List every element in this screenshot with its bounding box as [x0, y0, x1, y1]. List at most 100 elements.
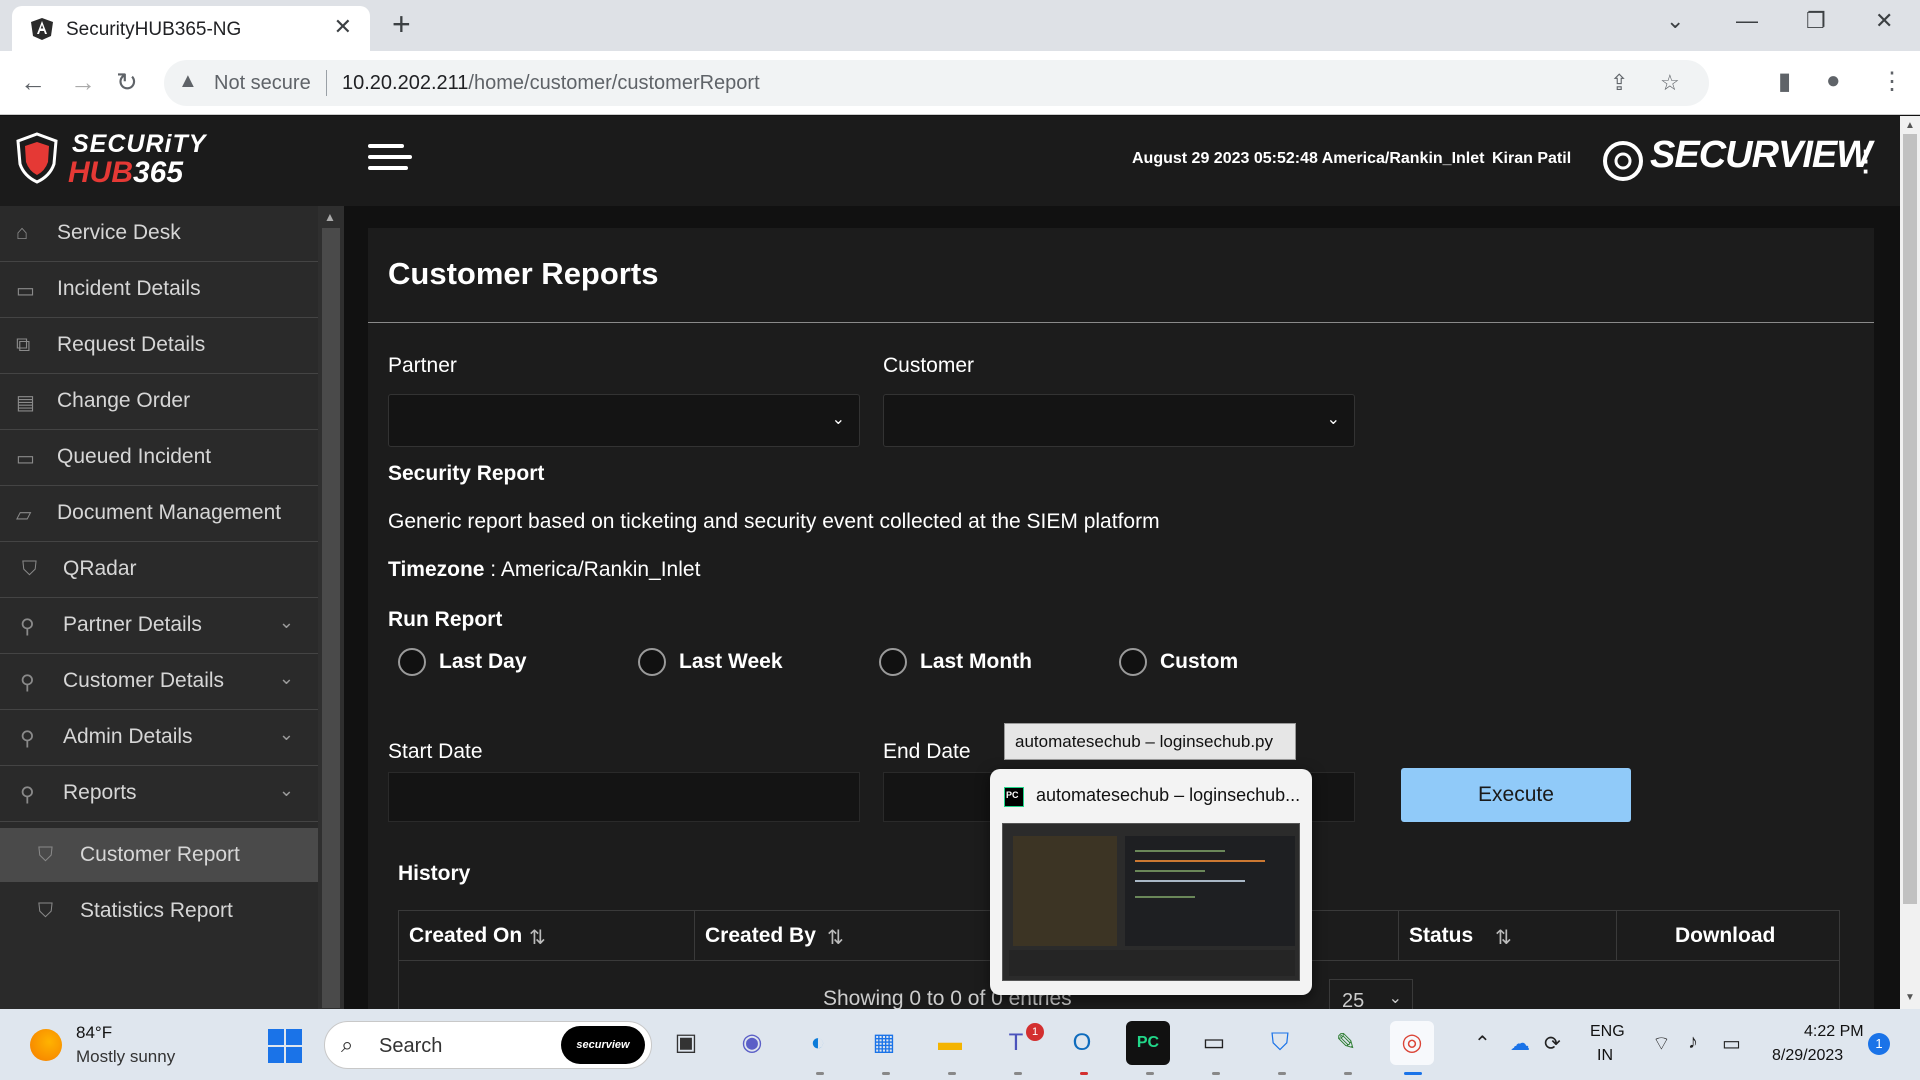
sidebar-item-queued-incident[interactable]: ▭ Queued Incident — [0, 430, 318, 486]
tab-search-icon[interactable]: ⌄ — [1666, 8, 1684, 34]
windows-start-icon[interactable] — [268, 1029, 302, 1063]
sidebar-item-qradar[interactable]: ⛉ QRadar — [0, 542, 318, 598]
sidebar-item-reports[interactable]: ⚲ Reports ⌄ — [0, 766, 318, 822]
chrome-icon[interactable]: ◎ — [1390, 1021, 1434, 1065]
shield-icon: ⛉ — [22, 558, 37, 580]
onedrive-icon[interactable]: ☁ — [1510, 1031, 1530, 1056]
store-icon[interactable]: ▦ — [862, 1021, 906, 1065]
scroll-down-icon[interactable]: ▼ — [1905, 992, 1915, 1003]
column-header-created-on[interactable]: Created On ⇅ — [399, 911, 695, 961]
sidebar-item-statistics-report[interactable]: ⛉ Statistics Report — [0, 884, 318, 938]
weather-sun-icon[interactable] — [30, 1029, 62, 1061]
url-text[interactable]: 10.20.202.211/home/customer/customerRepo… — [342, 72, 760, 95]
sort-icon[interactable]: ⇅ — [827, 925, 844, 950]
customer-select[interactable]: ⌄ — [883, 394, 1355, 447]
preview-terminal-pane — [1009, 950, 1295, 976]
sidebar-item-service-desk[interactable]: ⌂ Service Desk — [0, 206, 318, 262]
defender-icon[interactable]: ⛉ — [1258, 1021, 1302, 1065]
notification-badge[interactable]: 1 — [1868, 1033, 1890, 1055]
execute-button[interactable]: Execute — [1401, 768, 1631, 822]
column-header-status[interactable]: Status ⇅ — [1399, 911, 1617, 961]
omnibox[interactable]: ▲ Not secure 10.20.202.211/home/customer… — [164, 60, 1709, 106]
file-explorer-icon[interactable]: ▬ — [928, 1021, 972, 1065]
radio-custom[interactable] — [1119, 648, 1147, 676]
partner-select[interactable]: ⌄ — [388, 394, 860, 447]
language-indicator[interactable]: ENG — [1590, 1023, 1625, 1041]
volume-icon[interactable]: ♪ — [1688, 1031, 1698, 1054]
start-date-input[interactable] — [388, 772, 860, 822]
close-window-icon[interactable]: ✕ — [1875, 8, 1893, 34]
sort-icon[interactable]: ⇅ — [529, 925, 546, 950]
terminal-icon[interactable]: ▭ — [1192, 1021, 1236, 1065]
show-hidden-icons[interactable]: ⌃ — [1474, 1031, 1491, 1056]
sidebar-item-partner-details[interactable]: ⚲ Partner Details ⌄ — [0, 598, 318, 654]
sidebar-item-admin-details[interactable]: ⚲ Admin Details ⌄ — [0, 710, 318, 766]
copy-icon: ⧉ — [16, 334, 31, 356]
preview-editor-pane — [1125, 836, 1295, 946]
sidebar-item-label: Reports — [63, 781, 137, 804]
header-more-icon[interactable]: · · · — [1862, 138, 1871, 184]
weather-temperature[interactable]: 84°F — [76, 1023, 112, 1043]
taskbar-time[interactable]: 4:22 PM — [1804, 1023, 1864, 1041]
side-panel-icon[interactable]: ▮ — [1778, 67, 1791, 96]
browser-tab[interactable]: SecurityHUB365-NG ✕ — [12, 6, 370, 51]
radio-last-day[interactable] — [398, 648, 426, 676]
language-region[interactable]: IN — [1597, 1047, 1613, 1065]
chrome-menu-icon[interactable]: ⋮ — [1880, 67, 1904, 96]
radio-last-month[interactable] — [879, 648, 907, 676]
sidebar-scrollbar[interactable]: ▲ — [318, 206, 344, 1009]
share-icon[interactable]: ⇪ — [1610, 70, 1628, 96]
header-user[interactable]: Kiran Patil — [1492, 150, 1571, 168]
sidebar-scroll-thumb[interactable] — [322, 228, 340, 1008]
sidebar-item-customer-report[interactable]: ⛉ Customer Report — [0, 828, 318, 882]
taskbar-date[interactable]: 8/29/2023 — [1772, 1047, 1843, 1065]
battery-icon[interactable]: ▭ — [1722, 1031, 1741, 1056]
sidebar-item-change-order[interactable]: ▤ Change Order — [0, 374, 318, 430]
radio-last-week[interactable] — [638, 648, 666, 676]
chevron-down-icon: ⌄ — [278, 612, 294, 632]
minimize-icon[interactable]: — — [1736, 8, 1758, 34]
bookmark-star-icon[interactable]: ☆ — [1660, 70, 1680, 96]
sidebar-item-request-details[interactable]: ⧉ Request Details — [0, 318, 318, 374]
radio-label-custom[interactable]: Custom — [1160, 650, 1238, 674]
reload-icon[interactable]: ↻ — [116, 67, 138, 98]
restore-icon[interactable]: ❐ — [1806, 8, 1826, 34]
forward-icon[interactable]: → — [70, 67, 96, 98]
new-tab-button[interactable]: + — [392, 6, 411, 43]
sidebar-item-document-management[interactable]: ▱ Document Management — [0, 486, 318, 542]
notepad-icon[interactable]: ✎ — [1324, 1021, 1368, 1065]
edge-icon[interactable]: ◐ — [796, 1021, 840, 1065]
scroll-up-icon[interactable]: ▲ — [324, 210, 336, 224]
wifi-icon[interactable]: ⌔ — [1652, 1031, 1671, 1056]
back-icon[interactable]: ← — [20, 67, 46, 98]
window-preview-popup[interactable]: PC automatesechub – loginsechub... — [990, 769, 1312, 995]
pycharm-taskbar-icon[interactable]: PC — [1126, 1021, 1170, 1065]
scroll-up-icon[interactable]: ▲ — [1905, 120, 1915, 131]
teams-chat-icon[interactable]: ◉ — [730, 1021, 774, 1065]
task-view-icon[interactable]: ▣ — [664, 1021, 708, 1065]
menu-toggle-icon[interactable] — [368, 144, 412, 178]
page-scrollbar[interactable]: ▲ ▼ — [1900, 116, 1920, 1009]
title-divider — [368, 322, 1874, 323]
sitemap-icon: ⚲ — [20, 728, 35, 750]
sort-icon[interactable]: ⇅ — [1495, 925, 1512, 950]
page-scroll-thumb[interactable] — [1903, 134, 1917, 904]
url-host: 10.20.202.211 — [342, 72, 469, 94]
weather-description[interactable]: Mostly sunny — [76, 1047, 175, 1067]
outlook-icon[interactable]: O — [1060, 1021, 1104, 1065]
radio-label-last-month[interactable]: Last Month — [920, 650, 1032, 674]
profile-icon[interactable]: ● — [1826, 67, 1841, 95]
sidebar-item-incident-details[interactable]: ▭ Incident Details — [0, 262, 318, 318]
radio-label-last-week[interactable]: Last Week — [679, 650, 783, 674]
column-header-created-by[interactable]: Created By ⇅ — [695, 911, 991, 961]
warning-icon[interactable]: ▲ — [178, 70, 198, 93]
taskbar-search[interactable]: ⌕ Search securview — [324, 1021, 652, 1069]
security-report-heading: Security Report — [388, 462, 545, 485]
sidebar-item-customer-details[interactable]: ⚲ Customer Details ⌄ — [0, 654, 318, 710]
ticket-icon: ▭ — [16, 280, 35, 302]
sync-icon[interactable]: ⟳ — [1544, 1031, 1561, 1056]
radio-label-last-day[interactable]: Last Day — [439, 650, 527, 674]
not-secure-label[interactable]: Not secure — [214, 72, 311, 95]
close-tab-icon[interactable]: ✕ — [334, 14, 352, 40]
window-preview-thumbnail[interactable] — [1002, 823, 1300, 981]
